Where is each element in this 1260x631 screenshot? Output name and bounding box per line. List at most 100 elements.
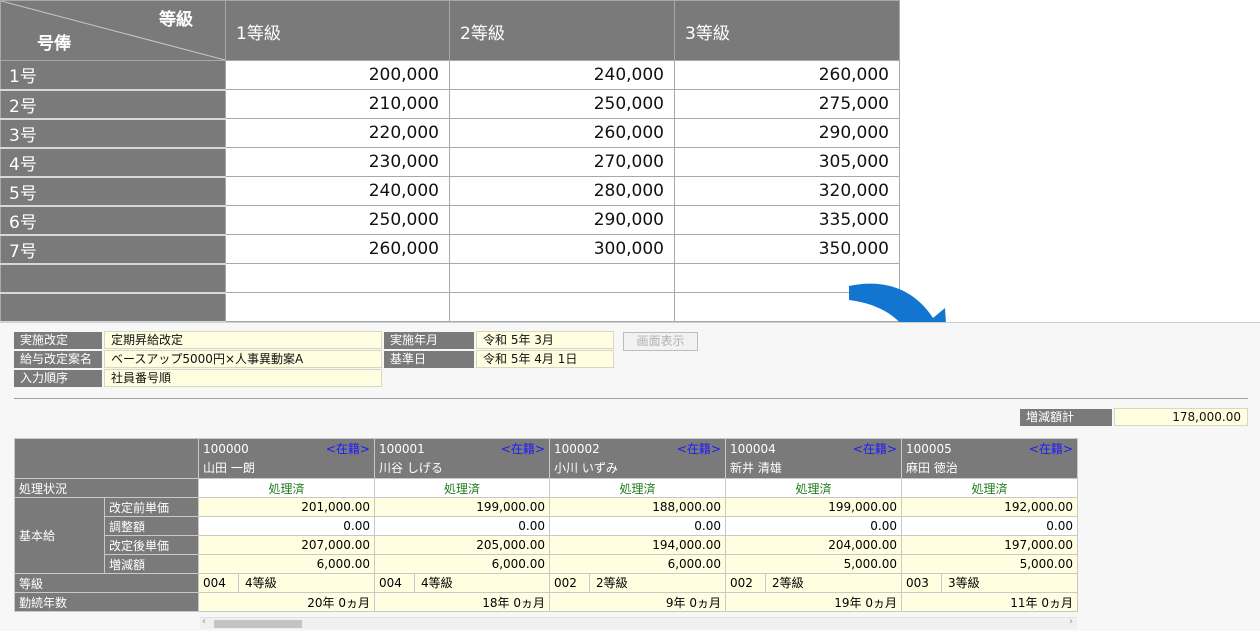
status-cell: 処理済 <box>725 478 902 498</box>
salary-cell: 350,000 <box>674 234 900 264</box>
adjustment-cell[interactable]: 0.00 <box>374 516 550 536</box>
employee-grid: 100000 <在籍> 山田 一朗 100001 <在籍> 川谷 しげる 100002 <在籍… <box>14 438 1078 612</box>
plan-name-value: ベースアップ5000円×人事異動案A <box>104 350 382 368</box>
adjustment-cell[interactable]: 0.00 <box>549 516 726 536</box>
grade-name: 4等級 <box>421 576 453 590</box>
adjustment-cell[interactable]: 0.00 <box>725 516 902 536</box>
grade-table-row <box>0 263 900 294</box>
before-price-cell[interactable]: 199,000.00 <box>725 497 902 517</box>
before-price-cell[interactable]: 192,000.00 <box>901 497 1078 517</box>
grade-table-row: 5号 240,000 280,000 320,000 <box>0 176 900 207</box>
grade-table-row: 1号 200,000 240,000 260,000 <box>0 60 900 91</box>
after-price-cell[interactable]: 194,000.00 <box>549 535 726 555</box>
grade-cell-content: 002 2等級 <box>550 574 725 592</box>
employee-name: 新井 清雄 <box>730 461 782 475</box>
before-price-cell[interactable]: 201,000.00 <box>198 497 375 517</box>
grade-code: 002 <box>726 574 766 592</box>
years-cell: 11年 0ヵ月 <box>901 592 1078 612</box>
difference-cell: 6,000.00 <box>549 554 726 574</box>
employee-header[interactable]: 100005 <在籍> 麻田 徳治 <box>901 438 1078 479</box>
salary-cell: 250,000 <box>449 89 675 119</box>
impl-month-value: 令和 5年 3月 <box>476 331 614 349</box>
employee-header[interactable]: 100001 <在籍> 川谷 しげる <box>374 438 550 479</box>
salary-cell <box>225 292 450 322</box>
base-salary-adjustment-row: 調整額 0.00 0.00 0.00 0.00 0.00 <box>15 516 1078 536</box>
status-row: 処理状況 処理済 処理済 処理済 処理済 処理済 <box>14 478 1078 498</box>
after-price-cell[interactable]: 205,000.00 <box>374 535 550 555</box>
grade-cell[interactable]: 002 2等級 <box>549 573 726 593</box>
base-date-value: 令和 5年 4月 1日 <box>476 350 614 368</box>
grade-cell[interactable]: 004 4等級 <box>374 573 550 593</box>
employee-header[interactable]: 100004 <在籍> 新井 清雄 <box>725 438 902 479</box>
composite-screenshot: 等級 号俸 1等級 2等級 3等級 1号 200,000 240,000 260,00… <box>0 0 1260 631</box>
salary-cell: 250,000 <box>225 205 450 235</box>
employee-id: 100000 <box>203 442 249 456</box>
adjustment-cell[interactable]: 0.00 <box>198 516 375 536</box>
show-screen-button[interactable]: 画面表示 <box>623 332 698 351</box>
salary-cell: 290,000 <box>449 205 675 235</box>
salary-cell: 335,000 <box>674 205 900 235</box>
employee-id-line: 100001 <在籍> <box>379 439 545 459</box>
after-price-cell[interactable]: 197,000.00 <box>901 535 1078 555</box>
salary-cell: 260,000 <box>674 60 900 90</box>
chevron-left-icon[interactable]: ‹ <box>202 616 206 627</box>
grade-code: 002 <box>550 574 590 592</box>
scrollbar-thumb[interactable] <box>214 620 302 628</box>
grade-name: 2等級 <box>596 576 628 590</box>
grade-table-row: 4号 230,000 270,000 305,000 <box>0 147 900 178</box>
grade-cell[interactable]: 002 2等級 <box>725 573 902 593</box>
salary-cell: 220,000 <box>225 118 450 148</box>
employee-header[interactable]: 100000 <在籍> 山田 一朗 <box>198 438 375 479</box>
employee-id: 100005 <box>906 442 952 456</box>
employment-status-tag[interactable]: <在籍> <box>853 439 897 459</box>
total-diff-value: 178,000.00 <box>1114 408 1248 426</box>
grade-cell[interactable]: 004 4等級 <box>198 573 375 593</box>
grade-name: 3等級 <box>948 576 980 590</box>
base-date-label: 基準日 <box>384 351 474 368</box>
salary-cell: 260,000 <box>449 118 675 148</box>
employee-header[interactable]: 100002 <在籍> 小川 いずみ <box>549 438 726 479</box>
adjustment-label: 調整額 <box>104 516 199 536</box>
years-cell: 20年 0ヵ月 <box>198 592 375 612</box>
base-salary-after-price-row: 改定後単価 207,000.00 205,000.00 194,000.00 204,0… <box>15 535 1078 555</box>
chevron-right-icon[interactable]: › <box>1069 616 1073 627</box>
employee-header-row: 100000 <在籍> 山田 一朗 100001 <在籍> 川谷 しげる 100002 <在籍… <box>14 438 1078 479</box>
horizontal-scrollbar[interactable]: ‹ › <box>200 616 1077 629</box>
grade-cell[interactable]: 003 3等級 <box>901 573 1078 593</box>
before-price-cell[interactable]: 188,000.00 <box>549 497 726 517</box>
employee-name: 山田 一朗 <box>203 461 255 475</box>
salary-cell: 305,000 <box>674 147 900 177</box>
difference-label: 増減額 <box>104 554 199 574</box>
employee-name: 小川 いずみ <box>554 461 618 475</box>
total-diff-label: 増減額計 <box>1020 409 1112 426</box>
divider <box>14 398 1248 399</box>
grade-name: 4等級 <box>245 576 277 590</box>
difference-cell: 6,000.00 <box>374 554 550 574</box>
grade-name: 2等級 <box>772 576 804 590</box>
employment-status-tag[interactable]: <在籍> <box>501 439 545 459</box>
grade-cell-content: 003 3等級 <box>902 574 1077 592</box>
grade-label: 等級 <box>14 573 199 593</box>
grade-table-row: 6号 250,000 290,000 335,000 <box>0 205 900 236</box>
grade-table-corner: 等級 号俸 <box>0 0 226 61</box>
employment-status-tag[interactable]: <在籍> <box>677 439 721 459</box>
step-label: 6号 <box>0 205 226 236</box>
status-cell: 処理済 <box>374 478 550 498</box>
after-price-cell[interactable]: 207,000.00 <box>198 535 375 555</box>
adjustment-cell[interactable]: 0.00 <box>901 516 1078 536</box>
employment-status-tag[interactable]: <在籍> <box>326 439 370 459</box>
salary-cell <box>225 263 450 293</box>
employee-id-line: 100005 <在籍> <box>906 439 1073 459</box>
before-price-cell[interactable]: 199,000.00 <box>374 497 550 517</box>
employee-id: 100001 <box>379 442 425 456</box>
grade-cell-content: 002 2等級 <box>726 574 901 592</box>
difference-cell: 5,000.00 <box>725 554 902 574</box>
input-order-value: 社員番号順 <box>104 369 382 387</box>
employee-id: 100002 <box>554 442 600 456</box>
salary-grade-table: 等級 号俸 1等級 2等級 3等級 1号 200,000 240,000 260,00… <box>0 0 900 323</box>
salary-cell: 320,000 <box>674 176 900 206</box>
employment-status-tag[interactable]: <在籍> <box>1029 439 1073 459</box>
step-label: 1号 <box>0 60 226 91</box>
grade-row: 等級 004 4等級 004 4等級 002 2等級 002 2等級 003 3等級 <box>14 573 1078 593</box>
after-price-cell[interactable]: 204,000.00 <box>725 535 902 555</box>
